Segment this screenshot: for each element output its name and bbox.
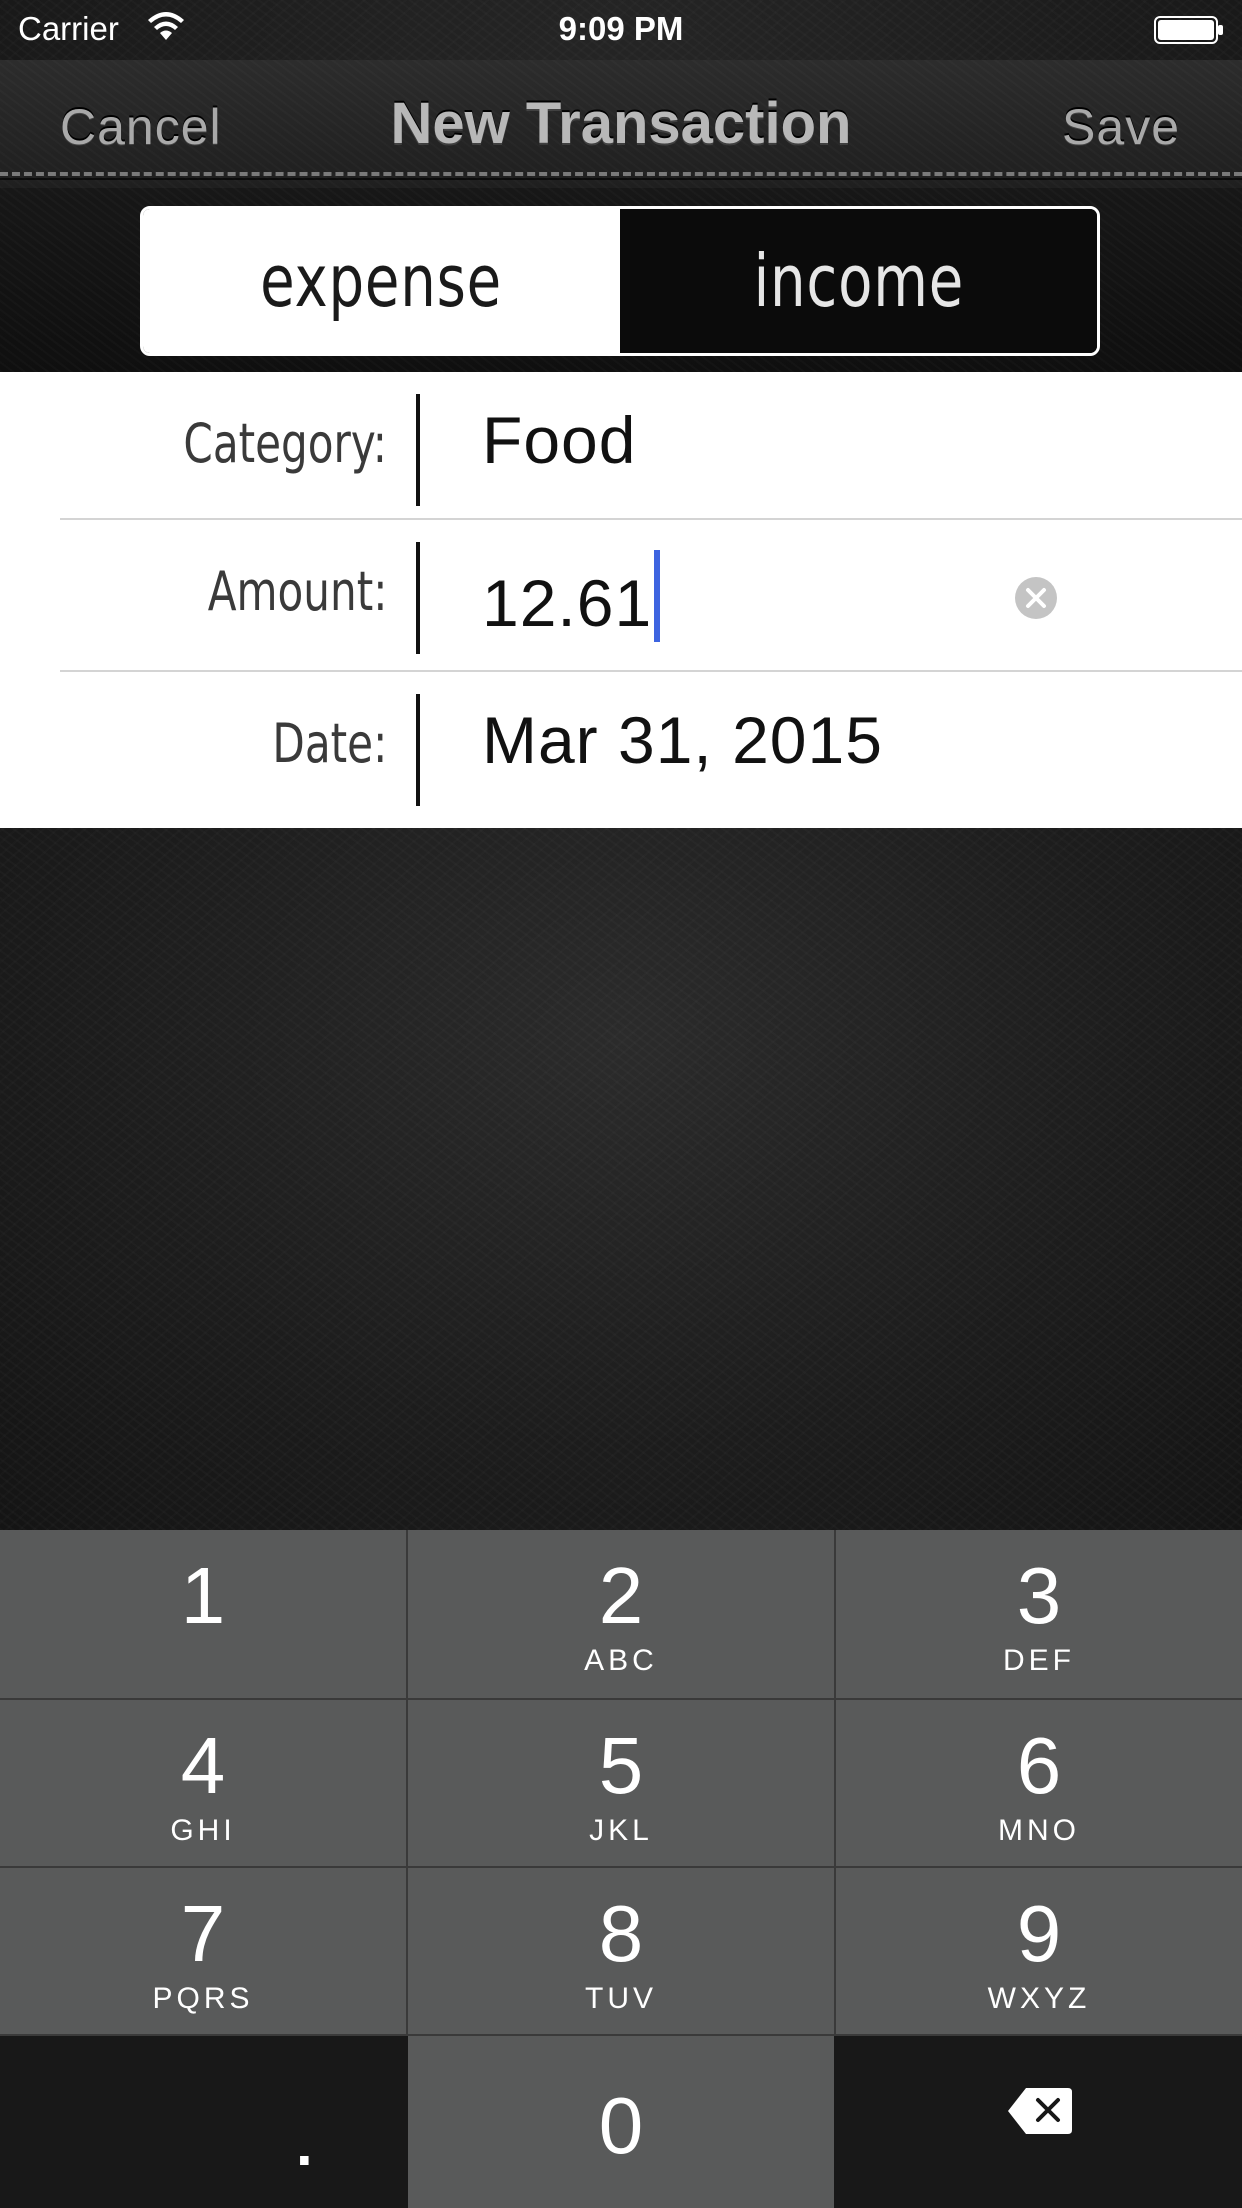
clear-icon[interactable]	[1014, 576, 1058, 620]
key-number: 9	[1016, 1889, 1062, 1978]
date-label: Date:	[272, 712, 387, 775]
field-separator	[416, 542, 420, 654]
segment-expense[interactable]: expense	[143, 209, 620, 353]
key-6[interactable]: 6 MNO	[836, 1700, 1242, 1866]
leather-background	[0, 828, 1242, 1530]
amount-label: Amount:	[207, 560, 387, 623]
transaction-form: Category: Food Amount: 12.61 Date: Mar 3…	[0, 372, 1242, 828]
key-letters: ABC	[584, 1644, 658, 1677]
stitch-shadow	[0, 178, 1242, 180]
key-number: 2	[598, 1551, 644, 1640]
date-row[interactable]: Date: Mar 31, 2015	[0, 672, 1242, 824]
status-time: 9:09 PM	[558, 10, 684, 47]
key-8[interactable]: 8 TUV	[408, 1868, 834, 2034]
key-number: 7	[180, 1889, 226, 1978]
key-0[interactable]: 0	[408, 2036, 834, 2208]
key-letters: DEF	[1003, 1644, 1075, 1677]
key-letters: JKL	[589, 1814, 653, 1847]
key-1[interactable]: 1	[0, 1530, 406, 1698]
delete-icon	[1008, 2088, 1072, 2134]
text-cursor	[654, 550, 661, 642]
key-letters: MNO	[998, 1814, 1080, 1847]
page-title: New Transaction	[390, 91, 852, 156]
field-separator	[416, 694, 420, 806]
amount-row[interactable]: Amount: 12.61	[0, 520, 1242, 672]
key-number: 8	[598, 1889, 644, 1978]
number-keypad: 1 2 ABC 3 DEF 4 GHI 5 JKL 6 MNO 7 PQRS 8	[0, 1530, 1242, 2208]
key-3[interactable]: 3 DEF	[836, 1530, 1242, 1698]
key-number: 0	[598, 2081, 644, 2170]
category-field[interactable]: Food	[482, 402, 636, 478]
key-9[interactable]: 9 WXYZ	[836, 1868, 1242, 2034]
key-number: 4	[180, 1721, 226, 1810]
segment-expense-label: expense	[260, 239, 503, 323]
category-label: Category:	[183, 412, 387, 475]
key-2[interactable]: 2 ABC	[408, 1530, 834, 1698]
date-field[interactable]: Mar 31, 2015	[482, 702, 883, 778]
nav-bar: Cancel New Transaction Save	[0, 60, 1242, 188]
field-separator	[416, 394, 420, 506]
status-bar: Carrier 9:09 PM	[0, 0, 1242, 60]
key-number: 5	[598, 1721, 644, 1810]
amount-value: 12.61	[482, 566, 653, 640]
app-screen: Carrier 9:09 PM Cancel New Transaction S…	[0, 0, 1242, 2208]
key-decimal[interactable]: .	[0, 2036, 408, 2208]
category-row[interactable]: Category: Food	[0, 372, 1242, 524]
segment-area: expense income	[0, 188, 1242, 372]
key-letters: GHI	[170, 1814, 236, 1847]
segment-income[interactable]: income	[620, 209, 1097, 353]
stitch-divider	[0, 172, 1242, 176]
amount-field[interactable]: 12.61	[482, 550, 661, 642]
key-letters: TUV	[585, 1982, 657, 2015]
key-letters: PQRS	[152, 1982, 254, 2015]
key-5[interactable]: 5 JKL	[408, 1700, 834, 1866]
battery-icon	[1154, 16, 1223, 44]
save-button[interactable]: Save	[1062, 98, 1180, 156]
key-letters: WXYZ	[987, 1982, 1091, 2015]
transaction-type-segmented-control: expense income	[140, 206, 1100, 356]
key-4[interactable]: 4 GHI	[0, 1700, 406, 1866]
key-number: 3	[1016, 1551, 1062, 1640]
segment-income-label: income	[753, 239, 964, 323]
decimal-label: .	[296, 2111, 313, 2178]
key-7[interactable]: 7 PQRS	[0, 1868, 406, 2034]
key-number: 1	[180, 1551, 226, 1640]
key-number: 6	[1016, 1721, 1062, 1810]
